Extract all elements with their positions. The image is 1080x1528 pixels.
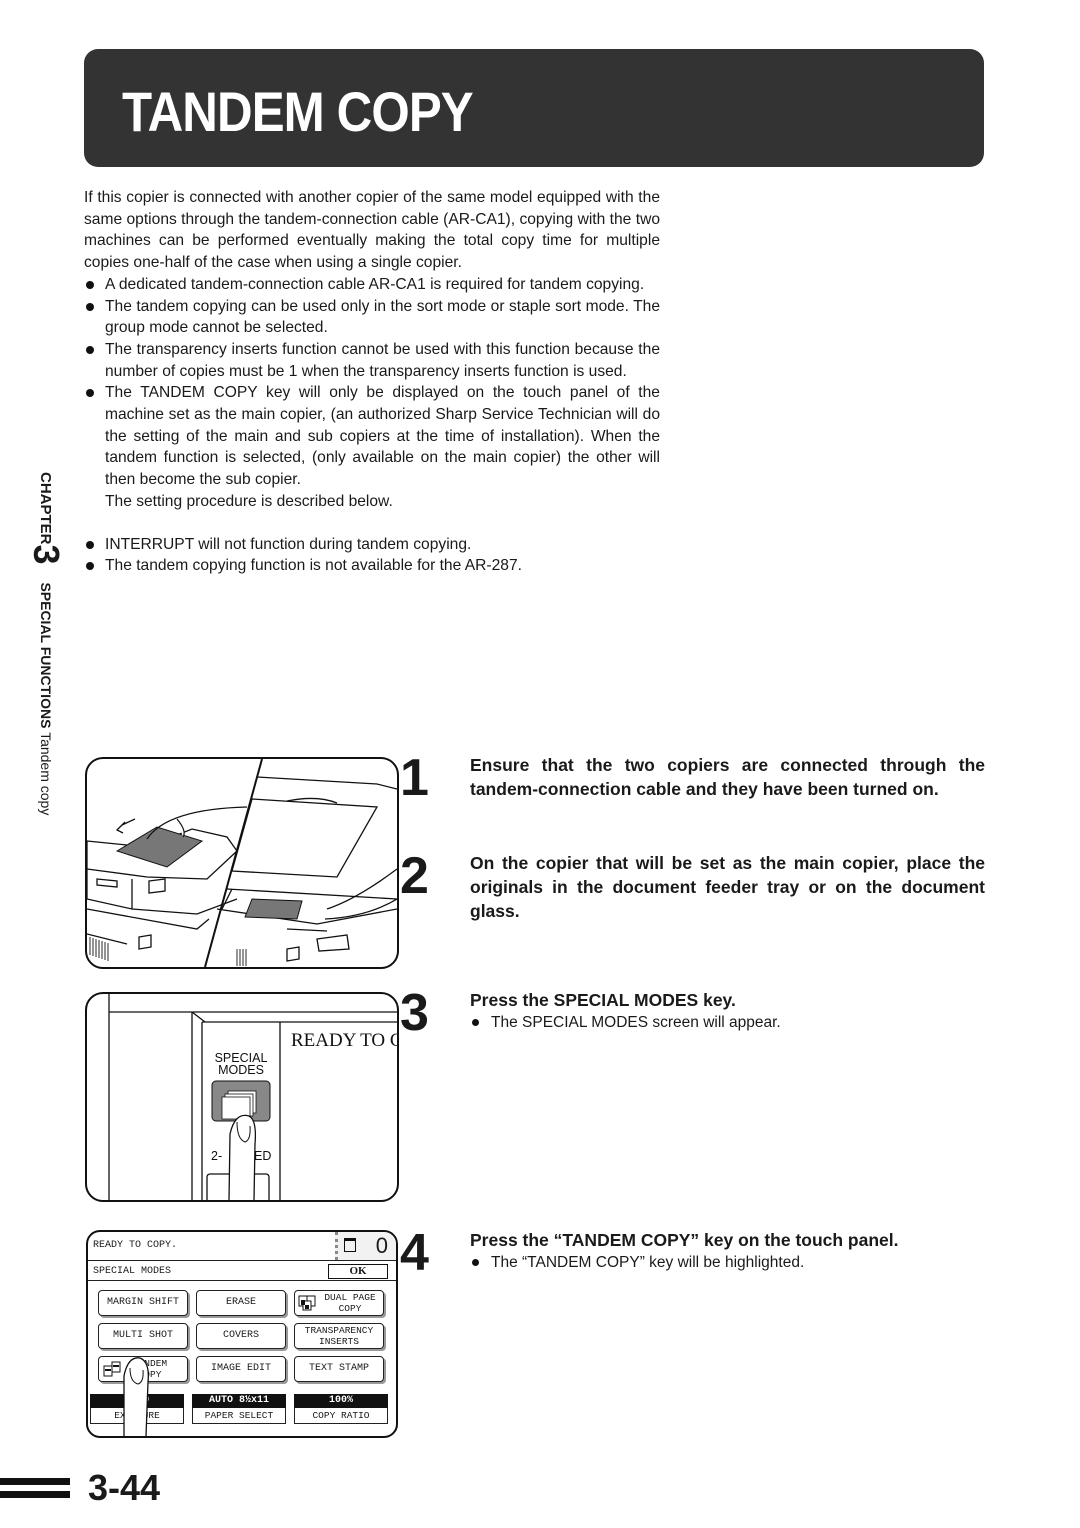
bullet-list: A dedicated tandem-connection cable AR-C… xyxy=(84,274,660,491)
status-row: READY TO COPY. 0 xyxy=(88,1232,396,1261)
copier-drawing xyxy=(87,759,397,967)
step-4: 4 Press the “TANDEM COPY” key on the tou… xyxy=(400,1227,985,1279)
bullet-item: The transparency inserts function cannot… xyxy=(84,339,660,382)
step-number: 3 xyxy=(400,984,429,1042)
procedure-note: The setting procedure is described below… xyxy=(105,492,393,510)
bullet-item: INTERRUPT will not function during tande… xyxy=(84,534,660,556)
step-2: 2 On the copier that will be set as the … xyxy=(400,847,985,923)
copy-counter: 0 xyxy=(335,1232,396,1260)
chapter-label: CHAPTER xyxy=(37,472,54,545)
text-stamp-key[interactable]: TEXT STAMP xyxy=(294,1356,384,1382)
touch-panel: READY TO COPY. 0 SPECIAL MODES OK MARGIN… xyxy=(86,1230,398,1438)
step-title: On the copier that will be set as the ma… xyxy=(470,853,985,921)
ok-button[interactable]: OK xyxy=(328,1264,388,1279)
display-ready-text: READY TO C xyxy=(291,1030,397,1051)
bullet-list-2: INTERRUPT will not function during tande… xyxy=(84,534,660,577)
chapter-number: 3 xyxy=(26,544,67,565)
erase-key[interactable]: ERASE xyxy=(196,1290,286,1316)
step-title: Press the “TANDEM COPY” key on the touch… xyxy=(470,1230,899,1250)
control-panel-drawing: SPECIAL MODES READY TO C 2- ED xyxy=(108,994,397,1200)
chapter-side-label: CHAPTER3 SPECIAL FUNCTIONS Tandem copy xyxy=(26,472,67,912)
two-sided-copy-key-partial: 2- xyxy=(211,1149,222,1163)
copy-ratio-cell[interactable]: 100% COPY RATIO xyxy=(294,1394,388,1424)
page-number: 3-44 xyxy=(88,1467,161,1508)
paper-select-cell[interactable]: AUTO 8½x11 PAPER SELECT xyxy=(192,1394,286,1424)
covers-key[interactable]: COVERS xyxy=(196,1323,286,1349)
copy-ratio-button[interactable]: COPY RATIO xyxy=(294,1408,388,1424)
page-title: TANDEM COPY xyxy=(122,80,474,143)
special-modes-key-illustration: SPECIAL MODES READY TO C 2- ED xyxy=(85,992,399,1202)
paper-select-value: AUTO 8½x11 xyxy=(192,1394,286,1408)
special-modes-key-label-2: MODES xyxy=(218,1063,264,1077)
margin-shift-key[interactable]: MARGIN SHIFT xyxy=(98,1290,188,1316)
page-number-rule xyxy=(0,1478,70,1485)
paper-select-button[interactable]: PAPER SELECT xyxy=(192,1408,286,1424)
copy-count: 0 xyxy=(375,1233,388,1258)
step-note: The “TANDEM COPY” key will be highlighte… xyxy=(470,1252,985,1274)
title-banner: TANDEM COPY xyxy=(84,49,984,167)
step-note: The SPECIAL MODES screen will appear. xyxy=(470,1012,985,1034)
mode-title: SPECIAL MODES xyxy=(93,1266,172,1277)
step-title: Ensure that the two copiers are connecte… xyxy=(470,755,985,799)
intro-section: If this copier is connected with another… xyxy=(84,187,660,577)
two-sided-copy-key-partial-2: ED xyxy=(254,1149,271,1163)
mode-title-row: SPECIAL MODES OK xyxy=(88,1262,396,1281)
section-label: SPECIAL FUNCTIONS xyxy=(38,582,54,729)
bullet-item: The TANDEM COPY key will only be display… xyxy=(84,382,660,491)
finger-pointer xyxy=(123,1357,149,1436)
copy-ratio-value: 100% xyxy=(294,1394,388,1408)
step-number: 1 xyxy=(400,749,429,807)
step-number: 2 xyxy=(400,847,429,905)
step-1: 1 Ensure that the two copiers are connec… xyxy=(400,749,985,807)
dual-page-copy-label: DUAL PAGE COPY xyxy=(324,1292,376,1314)
step-3: 3 Press the SPECIAL MODES key. The SPECI… xyxy=(400,987,985,1039)
dual-page-icon xyxy=(298,1295,316,1311)
bullet-item: The tandem copying can be used only in t… xyxy=(84,296,660,339)
transparency-inserts-key[interactable]: TRANSPARENCY INSERTS xyxy=(294,1323,384,1349)
copier-placement-illustration xyxy=(85,757,399,969)
intro-paragraph: If this copier is connected with another… xyxy=(84,189,660,272)
output-tray-icon xyxy=(344,1238,356,1252)
bullet-item: A dedicated tandem-connection cable AR-C… xyxy=(84,274,660,296)
dual-page-copy-key[interactable]: DUAL PAGE COPY xyxy=(294,1290,384,1316)
subsection-label: Tandem copy xyxy=(38,732,54,816)
multi-shot-key[interactable]: MULTI SHOT xyxy=(98,1323,188,1349)
step-title: Press the SPECIAL MODES key. xyxy=(470,990,736,1010)
page-number-rule xyxy=(0,1491,70,1498)
image-edit-key[interactable]: IMAGE EDIT xyxy=(196,1356,286,1382)
status-text: READY TO COPY. xyxy=(93,1240,178,1251)
bullet-item: The tandem copying function is not avail… xyxy=(84,555,660,577)
step-number: 4 xyxy=(400,1224,429,1282)
